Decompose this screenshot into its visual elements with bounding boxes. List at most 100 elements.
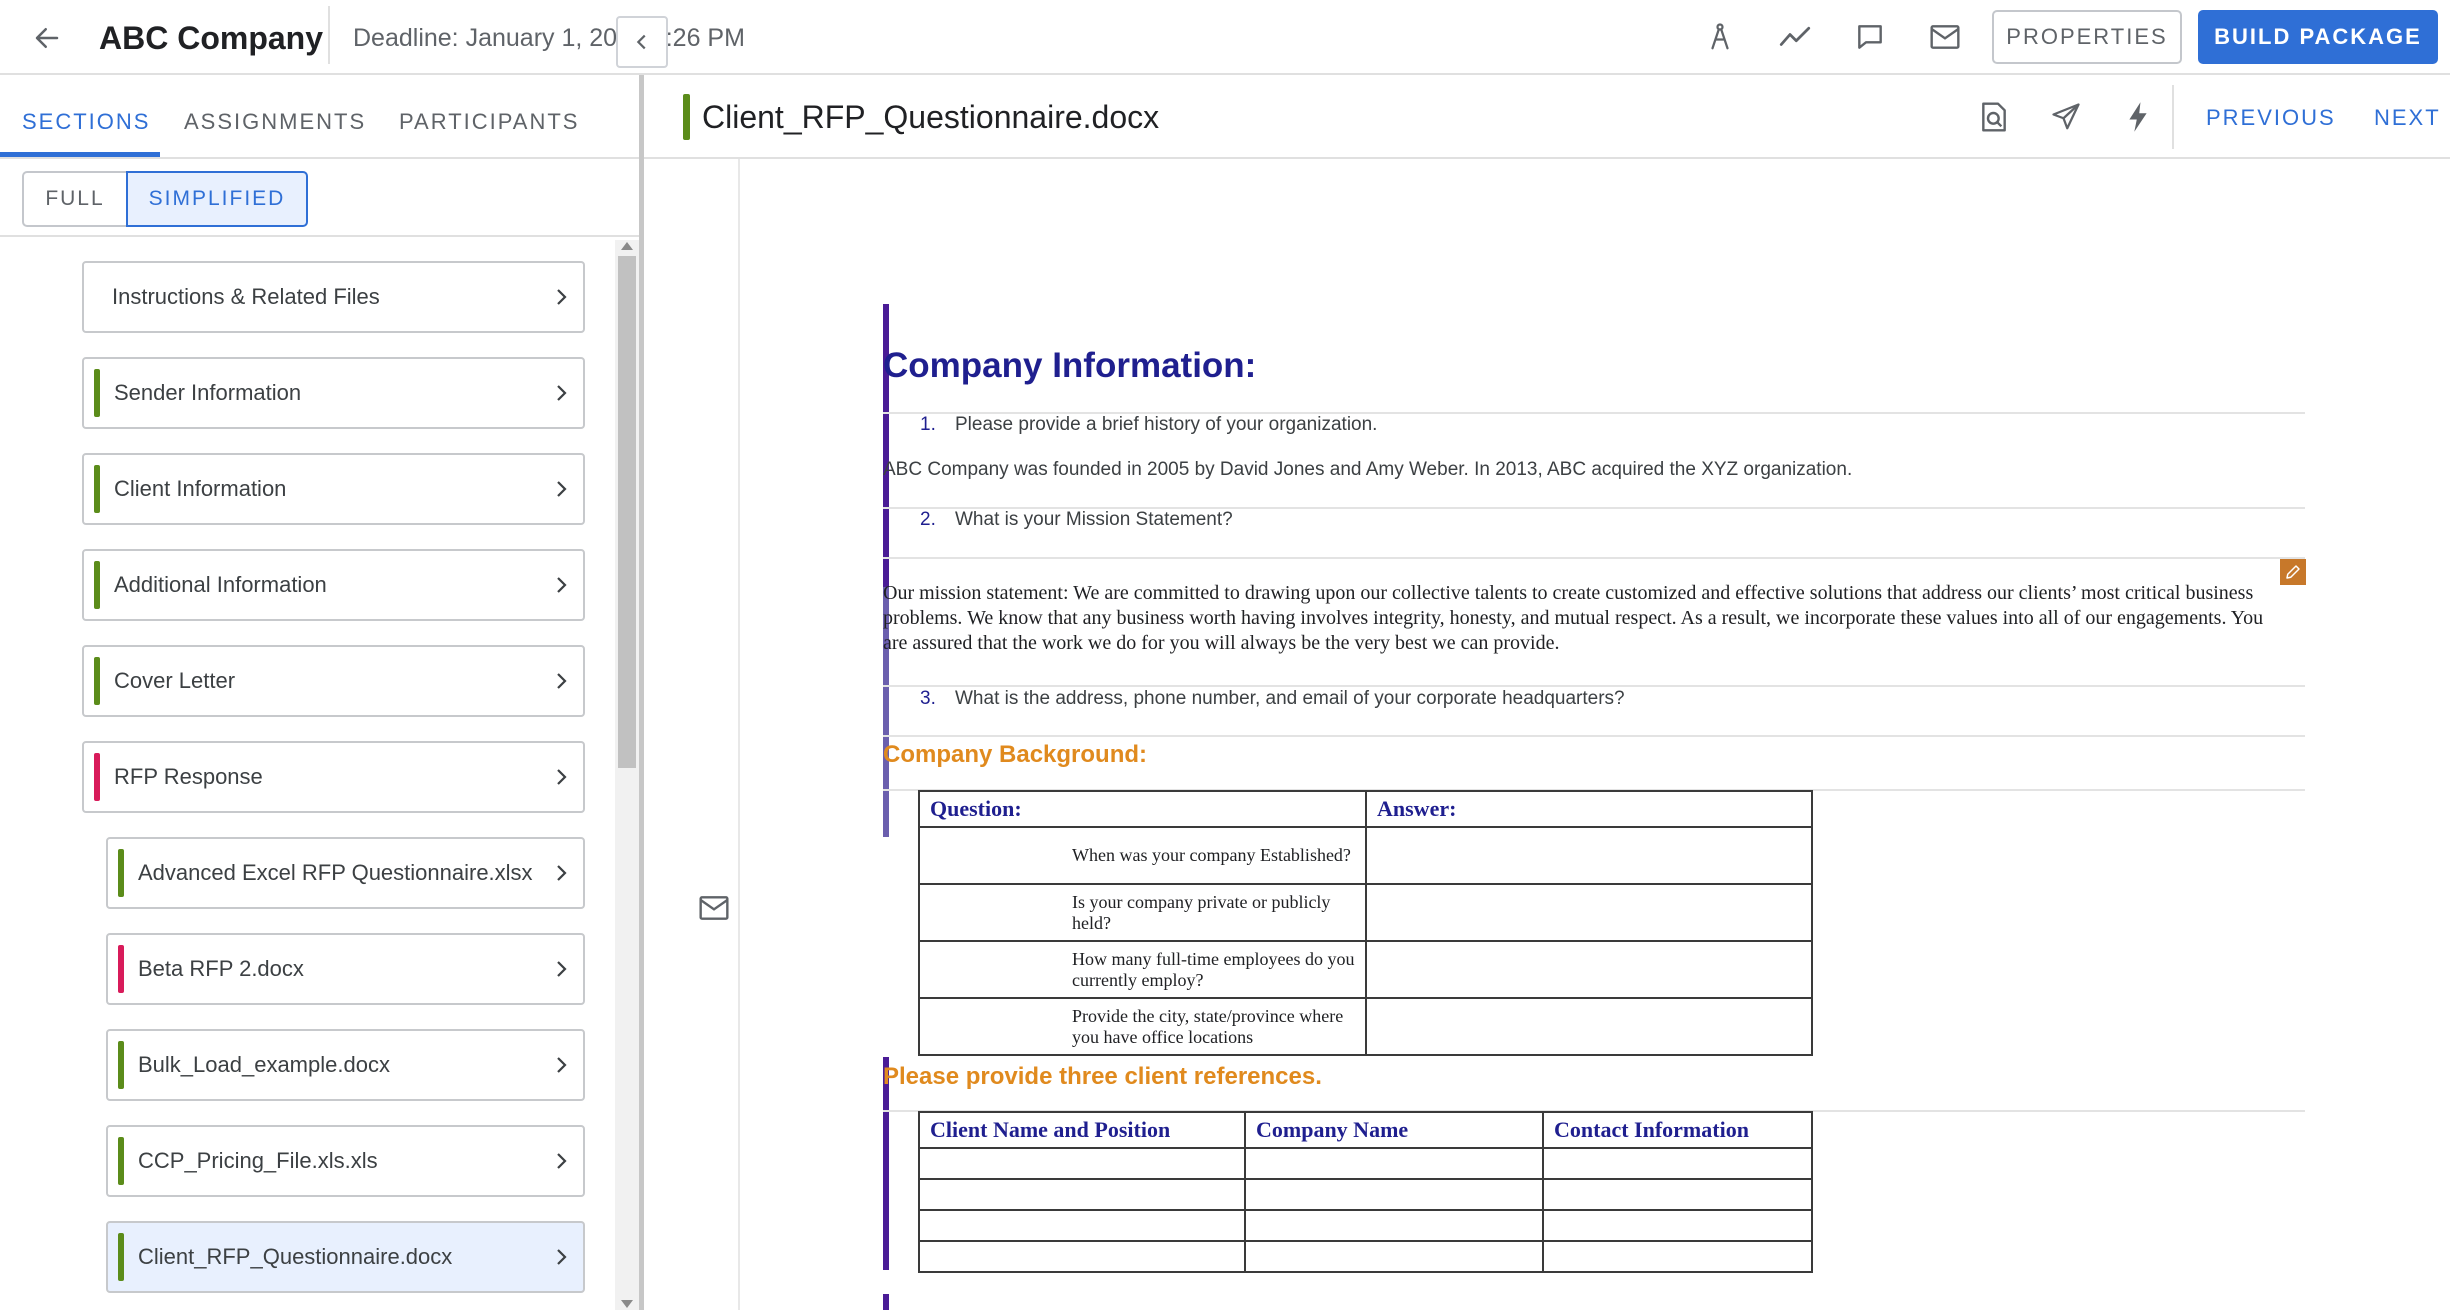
build-package-button[interactable]: BUILD PACKAGE — [2198, 10, 2438, 64]
mail-icon[interactable] — [1923, 16, 1967, 58]
table-cell[interactable] — [1542, 1147, 1813, 1180]
chevron-right-icon — [557, 481, 567, 497]
table-cell[interactable] — [1244, 1240, 1544, 1273]
question-text: Please provide a brief history of your o… — [955, 414, 1378, 435]
tab-assignments[interactable]: ASSIGNMENTS — [184, 109, 366, 135]
edit-pencil-icon[interactable] — [2280, 559, 2306, 585]
section-item-client-rfp-questionnaire[interactable]: Client_RFP_Questionnaire.docx — [106, 1221, 585, 1293]
document-status-bar — [683, 94, 690, 140]
table-cell[interactable] — [1244, 1147, 1544, 1180]
status-bar — [94, 657, 100, 705]
company-information-heading: Company Information: — [883, 346, 1257, 385]
table-cell-answer[interactable] — [1365, 997, 1813, 1056]
status-bar — [94, 561, 100, 609]
table-cell-question: Is your company private or publicly held… — [918, 883, 1367, 942]
mail-icon[interactable] — [694, 890, 734, 926]
company-background-table: Question: Answer: When was your company … — [918, 790, 1813, 1056]
table-cell-answer[interactable] — [1365, 826, 1813, 885]
table-cell-answer[interactable] — [1365, 940, 1813, 999]
table-cell[interactable] — [1244, 1178, 1544, 1211]
question-number: 3. — [920, 688, 936, 709]
section-item-label: Client Information — [114, 476, 287, 501]
question-number: 2. — [920, 509, 936, 530]
chevron-right-icon — [557, 1249, 567, 1265]
chevron-right-icon — [557, 961, 567, 977]
properties-button[interactable]: PROPERTIES — [1992, 10, 2182, 64]
scroll-up-arrow-icon[interactable] — [621, 242, 633, 250]
mission-statement-answer[interactable]: Our mission statement: We are committed … — [883, 581, 2283, 656]
section-item-advanced-excel[interactable]: Advanced Excel RFP Questionnaire.xlsx — [106, 837, 585, 909]
document-header: Client_RFP_Questionnaire.docx PREVIOUS N… — [644, 75, 2450, 159]
section-item-ccp-pricing[interactable]: CCP_Pricing_File.xls.xls — [106, 1125, 585, 1197]
section-item-cover-letter[interactable]: Cover Letter — [82, 645, 585, 717]
company-name-column-header: Company Name — [1244, 1111, 1544, 1149]
section-item-sender-information[interactable]: Sender Information — [82, 357, 585, 429]
table-cell[interactable] — [1542, 1209, 1813, 1242]
table-row — [918, 1209, 1813, 1242]
previous-button[interactable]: PREVIOUS — [2206, 105, 2336, 131]
status-bar — [94, 753, 100, 801]
section-item-client-information[interactable]: Client Information — [82, 453, 585, 525]
section-item-label: Client_RFP_Questionnaire.docx — [138, 1244, 453, 1269]
trend-chart-icon[interactable] — [1773, 16, 1817, 58]
header-divider — [328, 6, 330, 64]
table-cell[interactable] — [918, 1178, 1246, 1211]
send-icon[interactable] — [2044, 95, 2088, 139]
tab-participants[interactable]: PARTICIPANTS — [399, 109, 579, 135]
divider — [883, 685, 2305, 687]
table-cell-question: How many full-time employees do you curr… — [918, 940, 1367, 999]
table-row: Is your company private or publicly held… — [918, 883, 1813, 942]
section-list-scrollbar[interactable] — [615, 240, 639, 1310]
table-row: Provide the city, state/province where y… — [918, 997, 1813, 1056]
section-item-label: Bulk_Load_example.docx — [138, 1052, 390, 1077]
section-item-label: Cover Letter — [114, 668, 236, 693]
table-row — [918, 1240, 1813, 1273]
client-references-heading: Please provide three client references. — [883, 1063, 1322, 1090]
full-view-button[interactable]: FULL — [22, 171, 128, 227]
table-cell[interactable] — [1244, 1209, 1544, 1242]
left-panel: SECTIONS ASSIGNMENTS PARTICIPANTS FULL S… — [0, 75, 640, 1310]
chevron-left-icon — [636, 34, 646, 50]
active-tab-indicator — [0, 152, 160, 157]
section-item-rfp-response[interactable]: RFP Response — [82, 741, 585, 813]
comment-gutter — [644, 159, 740, 1310]
top-bar: ABC Company Deadline: January 1, 2026 2:… — [0, 0, 2450, 75]
company-background-heading: Company Background: — [883, 741, 1148, 768]
table-cell-answer[interactable] — [1365, 883, 1813, 942]
lightning-icon[interactable] — [2116, 95, 2160, 139]
table-cell[interactable] — [918, 1240, 1246, 1273]
table-cell[interactable] — [918, 1147, 1246, 1180]
collapse-panel-button[interactable] — [616, 16, 668, 68]
simplified-view-button[interactable]: SIMPLIFIED — [126, 171, 308, 227]
section-item-label: CCP_Pricing_File.xls.xls — [138, 1148, 378, 1173]
tab-sections[interactable]: SECTIONS — [22, 109, 150, 135]
next-button[interactable]: NEXT — [2374, 105, 2441, 131]
table-header-row: Question: Answer: — [918, 790, 1813, 828]
client-name-column-header: Client Name and Position — [918, 1111, 1246, 1149]
table-cell[interactable] — [1542, 1240, 1813, 1273]
contact-information-column-header: Contact Information — [1542, 1111, 1813, 1149]
section-item-beta-rfp[interactable]: Beta RFP 2.docx — [106, 933, 585, 1005]
list-divider — [0, 235, 640, 237]
status-bar — [118, 945, 124, 993]
section-item-additional-information[interactable]: Additional Information — [82, 549, 585, 621]
preview-icon[interactable] — [1972, 95, 2016, 139]
back-arrow-icon[interactable] — [25, 18, 69, 58]
panel-tabs: SECTIONS ASSIGNMENTS PARTICIPANTS — [0, 75, 640, 159]
divider — [883, 735, 2305, 737]
scrollbar-thumb[interactable] — [618, 256, 636, 768]
table-row — [918, 1147, 1813, 1180]
table-cell[interactable] — [918, 1209, 1246, 1242]
section-item-instructions[interactable]: Instructions & Related Files — [82, 261, 585, 333]
section-item-bulk-load[interactable]: Bulk_Load_example.docx — [106, 1029, 585, 1101]
client-references-table: Client Name and Position Company Name Co… — [918, 1111, 1813, 1273]
chevron-right-icon — [557, 577, 567, 593]
document-page: Company Information: 1. Please provide a… — [740, 159, 2450, 1310]
comment-icon[interactable] — [1848, 16, 1892, 58]
compass-icon[interactable] — [1698, 16, 1742, 58]
chevron-right-icon — [557, 769, 567, 785]
answer-text[interactable]: ABC Company was founded in 2005 by David… — [883, 459, 1852, 481]
divider — [883, 557, 2305, 559]
scroll-down-arrow-icon[interactable] — [621, 1300, 633, 1308]
table-cell[interactable] — [1542, 1178, 1813, 1211]
